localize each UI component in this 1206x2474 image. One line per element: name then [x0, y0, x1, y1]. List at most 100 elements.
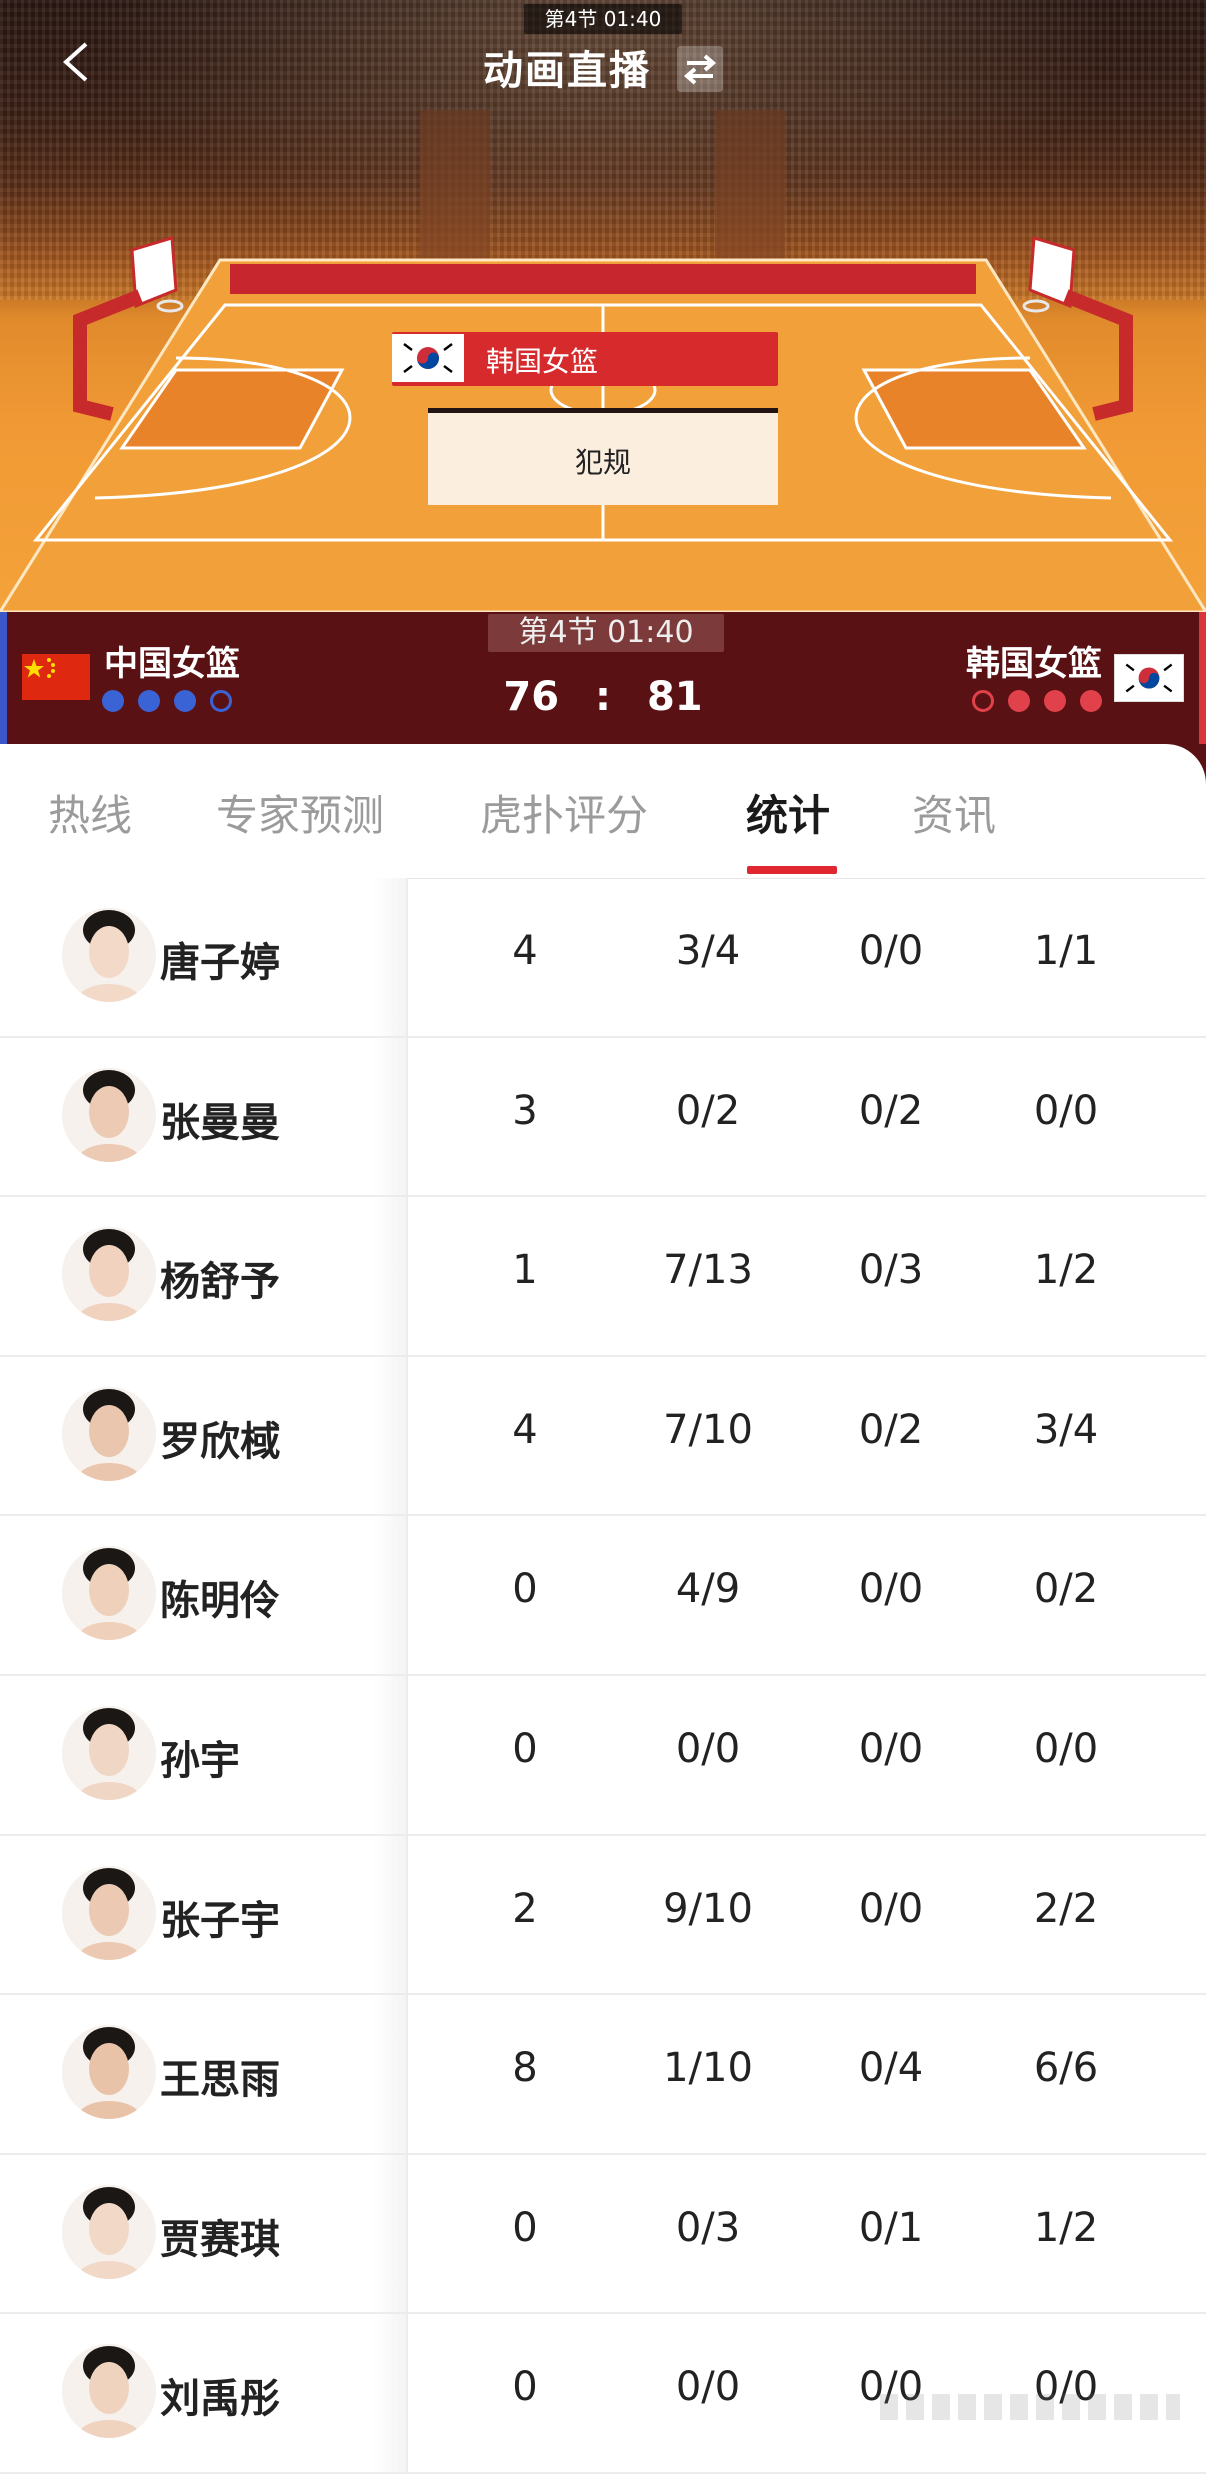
stat-cell: 9/10 [663, 1885, 753, 1932]
tab-prediction[interactable]: 专家预测 [216, 782, 384, 843]
event-text: 犯规 [574, 446, 631, 479]
table-row[interactable]: 张子宇 2 9/10 0/0 2/2 [0, 1835, 1206, 1996]
stat-cell: 0/0 [858, 928, 924, 974]
quarter-time-tag: 第4节 01:40 [524, 4, 682, 34]
timeout-dot [1008, 690, 1030, 712]
stat-cell: 1/10 [663, 2045, 753, 2092]
player-cell: 张曼曼 [0, 1037, 408, 1196]
tab-rating[interactable]: 虎扑评分 [480, 782, 648, 843]
player-name: 张曼曼 [160, 1099, 280, 1146]
table-row[interactable]: 陈明伶 0 4/9 0/0 0/2 [0, 1516, 1206, 1676]
player-cell: 贾赛琪 [0, 2154, 408, 2313]
event-team-name: 韩国女篮 [486, 345, 599, 378]
table-row[interactable]: 孙宇 0 0/0 0/0 0/0 [0, 1675, 1206, 1836]
away-timeouts [972, 690, 1102, 712]
player-avatar [62, 1705, 156, 1800]
stat-cell: 0 [512, 2364, 538, 2411]
stat-cell: 0/2 [1033, 1566, 1099, 1613]
player-avatar [62, 2344, 156, 2439]
tab-news[interactable]: 资讯 [912, 782, 996, 843]
stat-cell: 7/13 [663, 1247, 753, 1294]
watermark [880, 2394, 1180, 2420]
stat-cell: 7/10 [663, 1406, 753, 1453]
player-avatar [62, 1227, 156, 1322]
stat-cell: 0 [512, 1566, 538, 1613]
home-score: 76 [503, 674, 560, 720]
table-row[interactable]: 杨舒予 1 7/13 0/3 1/2 [0, 1197, 1206, 1357]
player-avatar [62, 908, 156, 1002]
stat-cell: 0/0 [675, 2364, 741, 2411]
period-clock: 第4节 01:40 [488, 614, 724, 652]
player-cell: 杨舒予 [0, 1197, 408, 1355]
animation-court-view: 第4节 01:40 动画直播 韩国女篮 犯规 [0, 0, 1206, 612]
stat-cell: 4/9 [675, 1566, 741, 1613]
player-avatar [62, 2184, 156, 2279]
stat-cell: 3/4 [675, 928, 741, 974]
active-tab-indicator [747, 866, 837, 874]
tab-hotline[interactable]: 热线 [48, 782, 132, 843]
table-row[interactable]: 唐子婷 4 3/4 0/0 1/1 [0, 878, 1206, 1038]
stat-cell: 3/4 [1033, 1406, 1099, 1453]
player-cell: 唐子婷 [0, 878, 408, 1036]
stat-cell: 0/0 [1033, 1087, 1099, 1134]
stat-cell: 0/0 [858, 1725, 924, 1772]
court-ad-banner [230, 264, 976, 294]
stat-cell: 1 [512, 1247, 538, 1294]
stat-cell: 0/2 [858, 1087, 924, 1134]
stat-cell: 0/3 [858, 1247, 924, 1294]
player-avatar [62, 1067, 156, 1162]
stat-cell: 0/0 [675, 1725, 741, 1772]
player-avatar [62, 1386, 156, 1481]
player-avatar [62, 2025, 156, 2120]
scoreboard: 中国女篮 第4节 01:40 76 : 81 韩国女篮 [0, 612, 1206, 744]
page-title-text: 动画直播 [483, 48, 652, 94]
stat-cell: 1/2 [1033, 1247, 1099, 1294]
player-name: 陈明伶 [160, 1578, 280, 1625]
table-row[interactable]: 罗欣棫 4 7/10 0/2 3/4 [0, 1356, 1206, 1517]
score-separator: : [595, 674, 611, 720]
table-row[interactable]: 王思雨 8 1/10 0/4 6/6 [0, 1995, 1206, 2155]
away-score: 81 [646, 674, 703, 720]
stat-cell: 0/3 [675, 2204, 741, 2251]
stat-cell: 0/1 [858, 2204, 924, 2251]
player-cell: 陈明伶 [0, 1516, 408, 1674]
event-card: 犯规 [428, 408, 778, 505]
stat-cell: 0 [512, 2204, 538, 2251]
player-name: 张子宇 [160, 1897, 280, 1944]
player-name: 王思雨 [160, 2057, 280, 2104]
stat-cell: 4 [512, 928, 538, 974]
player-name: 杨舒予 [160, 1259, 280, 1306]
stat-cell: 2/2 [1033, 1885, 1099, 1932]
korea-flag-icon [1114, 654, 1184, 702]
player-avatar [62, 1865, 156, 1960]
stat-cell: 0/0 [858, 1566, 924, 1613]
stat-cell: 0/0 [1033, 1725, 1099, 1772]
table-row[interactable]: 张曼曼 3 0/2 0/2 0/0 [0, 1037, 1206, 1198]
page-title: 动画直播 [0, 38, 1206, 96]
tab-bar: 热线 专家预测 虎扑评分 统计 资讯 [0, 744, 1206, 878]
stat-cell: 0 [512, 1725, 538, 1772]
player-name: 唐子婷 [160, 940, 280, 986]
player-name: 罗欣棫 [160, 1418, 280, 1465]
player-cell: 张子宇 [0, 1835, 408, 1994]
away-team-name: 韩国女篮 [966, 644, 1102, 684]
player-name: 刘禹彤 [160, 2376, 280, 2423]
timeout-dot [1080, 690, 1102, 712]
player-cell: 刘禹彤 [0, 2314, 408, 2472]
player-name: 贾赛琪 [160, 2216, 280, 2263]
player-stats-table: 唐子婷 4 3/4 0/0 1/1 张曼曼 3 0/2 0/2 0/0 杨舒予 1 7/13 0/3 1/2… [0, 878, 1206, 2474]
stat-cell: 1/2 [1033, 2204, 1099, 2251]
timeout-dot [972, 690, 994, 712]
stat-cell: 8 [512, 2045, 538, 2092]
switch-view-icon[interactable] [676, 46, 723, 92]
table-row[interactable]: 贾赛琪 0 0/3 0/1 1/2 [0, 2154, 1206, 2315]
player-cell: 王思雨 [0, 1995, 408, 2153]
stat-cell: 1/1 [1033, 928, 1099, 974]
timeout-dot [1044, 690, 1066, 712]
korea-flag-icon [392, 334, 464, 382]
player-name: 孙宇 [160, 1737, 240, 1784]
tab-stats[interactable]: 统计 [746, 782, 830, 843]
player-cell: 罗欣棫 [0, 1356, 408, 1515]
stat-cell: 0/0 [858, 1885, 924, 1932]
stat-cell: 0/4 [858, 2045, 924, 2092]
